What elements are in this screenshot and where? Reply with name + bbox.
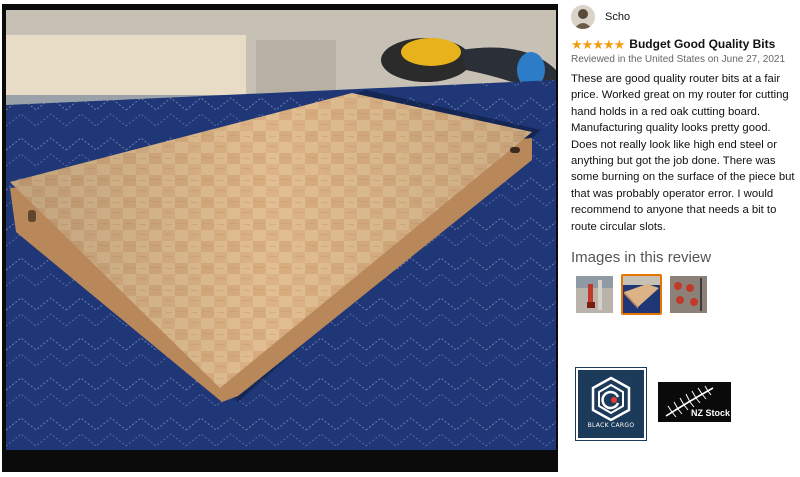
review-title-row: ★ ★ ★ ★ ★ Budget Good Quality Bits	[571, 37, 797, 51]
reviewer-name[interactable]: Scho	[605, 11, 630, 23]
review-body: These are good quality router bits at a …	[571, 73, 795, 233]
router-bit-thumbnail-image	[576, 276, 613, 314]
review-thumbnail-selected[interactable]	[621, 274, 662, 316]
nz-stock-wordmark: NZ Stock	[691, 408, 731, 418]
avatar[interactable]	[571, 5, 595, 29]
review-thumbnail[interactable]	[668, 274, 709, 315]
cutting-board-image	[6, 10, 556, 450]
product-photo-frame	[2, 4, 558, 472]
star-icon: ★	[581, 36, 594, 52]
images-heading: Images in this review	[571, 249, 712, 267]
review-thumbnail[interactable]	[574, 274, 615, 315]
star-icon: ★	[602, 36, 615, 52]
review-image-thumbnails	[574, 274, 797, 316]
star-icon: ★	[571, 36, 583, 52]
nz-stock-logo: NZ Stock	[658, 382, 731, 422]
star-icon: ★	[592, 36, 604, 52]
review-date: Reviewed in the United States on June 27…	[571, 54, 786, 65]
cutting-board-thumbnail-image	[623, 276, 660, 314]
review-title[interactable]: Budget Good Quality Bits	[629, 37, 775, 51]
star-rating: ★ ★ ★ ★ ★	[571, 36, 626, 52]
reviewer: Scho	[571, 4, 797, 30]
customer-review: Scho ★ ★ ★ ★ ★ Budget Good Quality Bits …	[571, 4, 797, 316]
cutting-board-photo[interactable]	[6, 10, 556, 450]
black-cargo-wordmark: BLACK CARGO	[587, 422, 635, 429]
router-bits-set-thumbnail-image	[670, 276, 707, 314]
user-avatar-icon	[571, 5, 595, 29]
black-cargo-logo: BLACK CARGO	[575, 367, 647, 441]
star-icon: ★	[613, 36, 626, 52]
